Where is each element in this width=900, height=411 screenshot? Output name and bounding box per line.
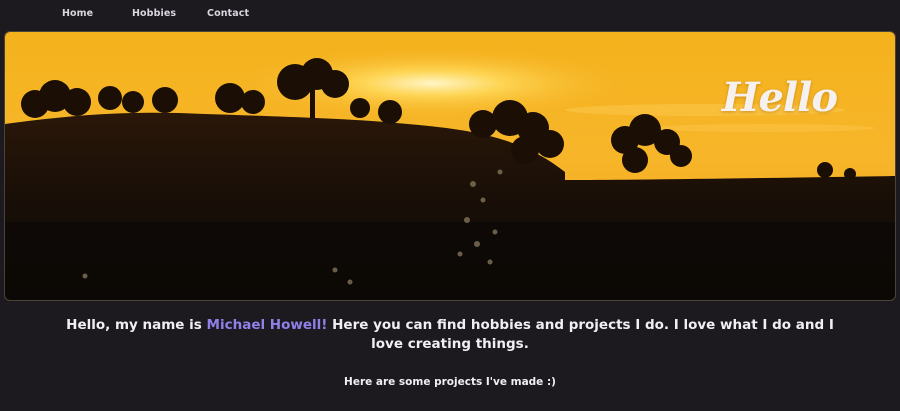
hero-heading: Hello	[721, 74, 838, 121]
nav-link-home[interactable]: Home	[62, 8, 93, 19]
intro-suffix: Here you can find hobbies and projects I…	[327, 317, 834, 352]
page: Home Hobbies Contact Hello Hello, my nam…	[0, 0, 900, 411]
nav-link-hobbies[interactable]: Hobbies	[132, 8, 176, 19]
top-nav: Home Hobbies Contact	[0, 0, 900, 28]
author-name: Michael Howell!	[206, 317, 328, 333]
projects-heading: Here are some projects I've made :)	[344, 376, 556, 388]
nav-link-contact[interactable]: Contact	[207, 8, 249, 19]
intro-prefix: Hello, my name is	[66, 317, 207, 333]
intro-text: Hello, my name is Michael Howell! Here y…	[60, 316, 840, 354]
hero-image	[5, 32, 895, 300]
hero-banner: Hello	[4, 31, 896, 301]
